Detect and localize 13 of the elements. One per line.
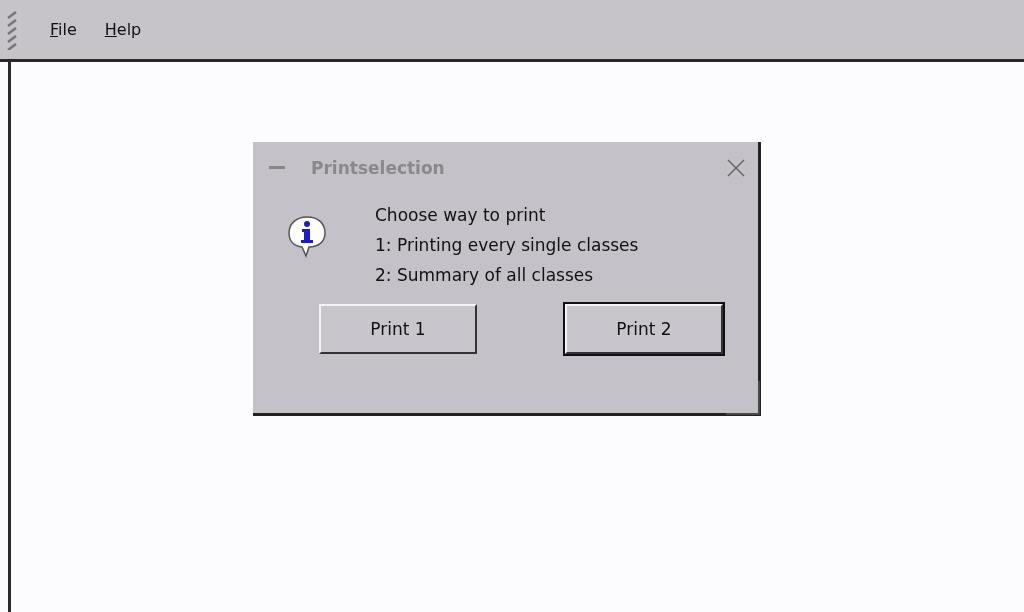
message-line: Choose way to print <box>375 204 547 227</box>
message-line: 1: Printing every single classes <box>375 234 639 257</box>
dialog-title: Printselection <box>311 158 446 178</box>
menu-item[interactable]: Help <box>98 18 148 41</box>
resize-grip-icon[interactable] <box>725 380 761 416</box>
minimize-icon[interactable] <box>269 166 285 170</box>
grip-icon[interactable] <box>6 9 18 50</box>
print-button[interactable]: Print 2 <box>565 304 723 354</box>
close-icon[interactable] <box>726 158 746 178</box>
print-button[interactable]: Print 1 <box>319 304 477 354</box>
info-icon <box>287 214 327 260</box>
menu-item[interactable]: File <box>44 18 83 41</box>
message-line: 2: Summary of all classes <box>375 264 595 287</box>
